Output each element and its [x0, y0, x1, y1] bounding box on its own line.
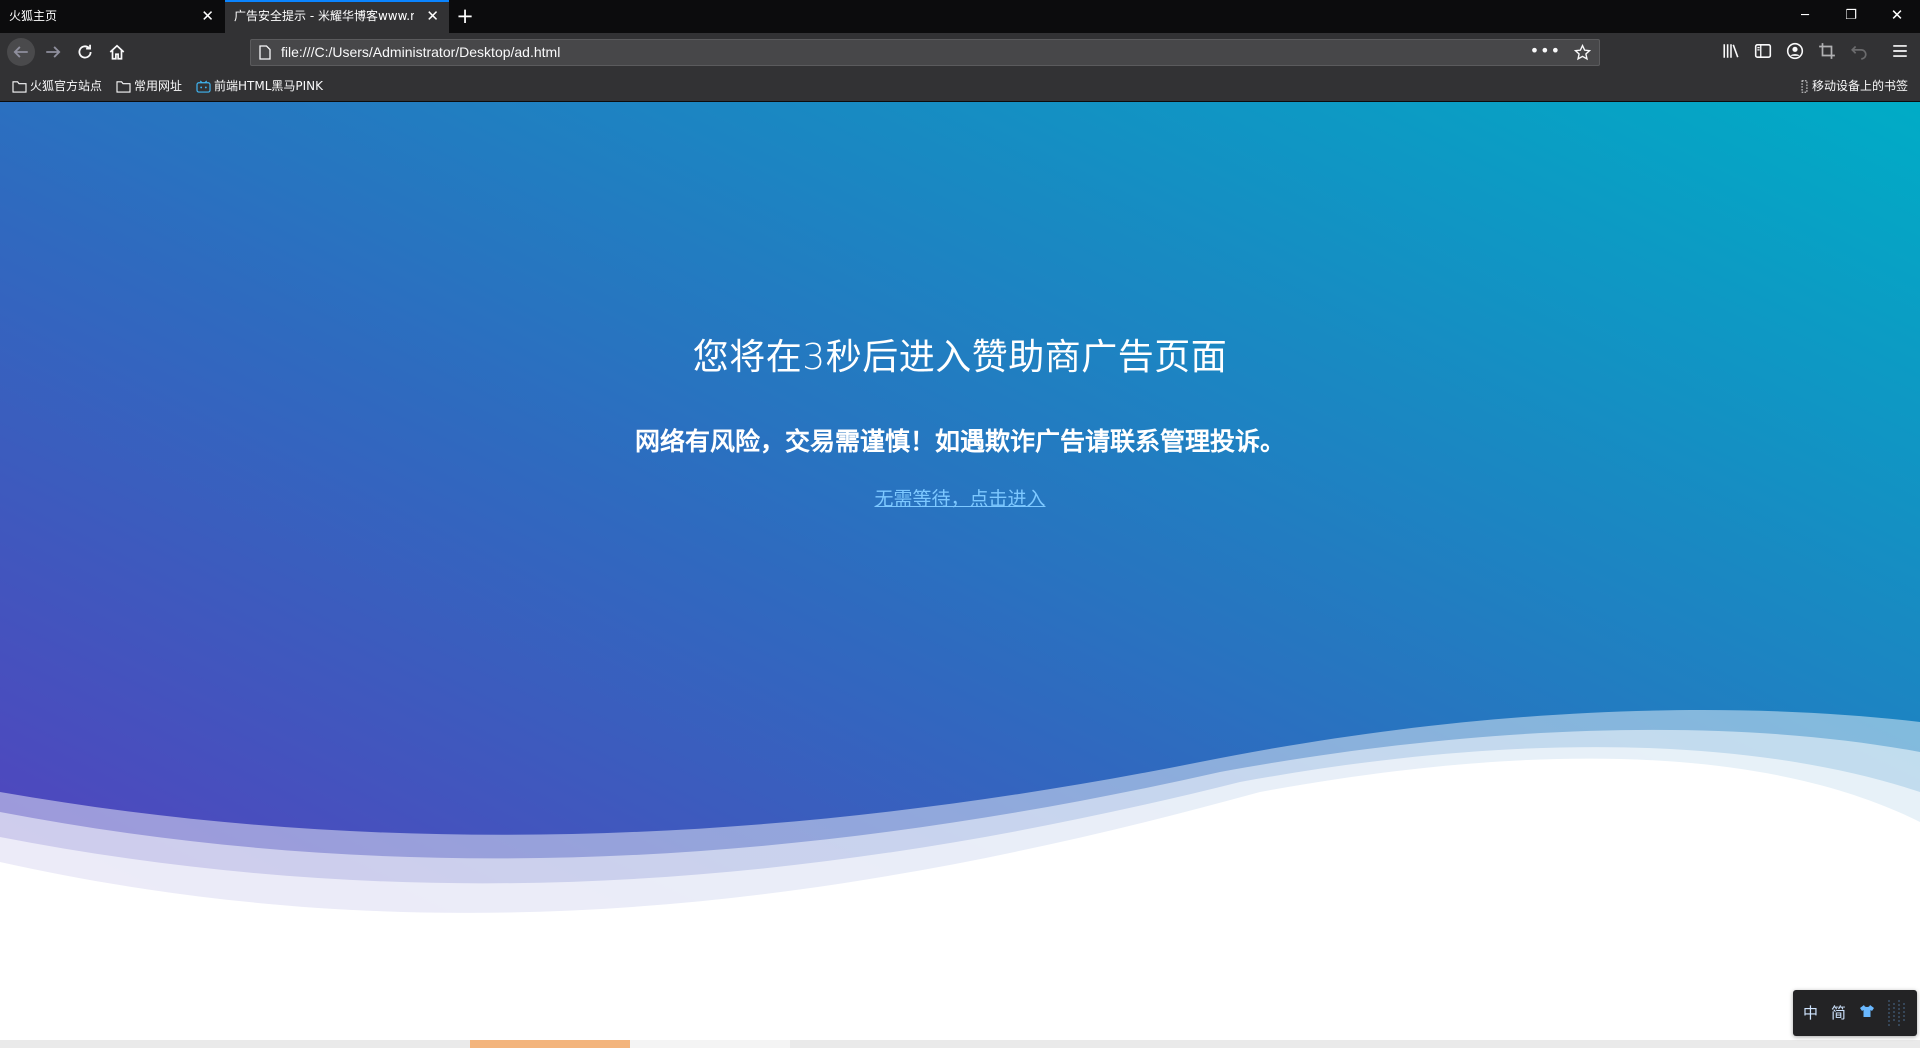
reload-icon: [78, 44, 92, 59]
mobile-bookmarks[interactable]: 移动设备上的书签: [1800, 71, 1908, 101]
redirect-countdown-heading: 您将在3秒后进入赞助商广告页面: [692, 337, 1228, 378]
bookmark-folder-firefox[interactable]: 火狐官方站点: [12, 71, 102, 101]
tab-ad-warning[interactable]: 广告安全提示 - 米耀华博客www.m ✕: [225, 0, 449, 33]
bookmark-label: 前端HTML黑马PINK: [214, 79, 324, 93]
library-icon[interactable]: [1722, 42, 1742, 62]
mobile-bookmarks-label: 移动设备上的书签: [1812, 79, 1909, 93]
bookmark-star-icon[interactable]: [1573, 43, 1592, 65]
skip-wait-link-wrapper: 无需等待，点击进入: [0, 484, 1920, 511]
screenshot-icon[interactable]: [1818, 42, 1838, 62]
sidebar-icon[interactable]: [1754, 42, 1774, 62]
shirt-icon[interactable]: [1859, 1004, 1875, 1022]
menu-icon[interactable]: [1891, 42, 1911, 62]
bookmark-label: 常用网址: [134, 79, 183, 93]
new-tab-button[interactable]: +: [455, 0, 475, 33]
url-text[interactable]: file:///C:/Users/Administrator/Desktop/a…: [281, 40, 560, 65]
page-icon: [259, 45, 271, 64]
bottom-strip: [0, 1040, 1920, 1048]
ime-keyboard-icon[interactable]: [1885, 998, 1909, 1032]
tab-strip: 火狐主页 ✕ 广告安全提示 - 米耀华博客www.m ✕ + ─ ❐ ✕: [0, 0, 1920, 33]
folder-icon: [116, 81, 131, 93]
bottom-strip-segment: [470, 1040, 630, 1048]
mobile-bookmarks-icon: [1801, 80, 1808, 93]
tab-home[interactable]: 火狐主页 ✕: [0, 0, 224, 33]
risk-warning-text: 网络有风险，交易需谨慎！如遇欺诈广告请联系管理投诉。: [634, 427, 1285, 456]
url-bar[interactable]: file:///C:/Users/Administrator/Desktop/a…: [250, 39, 1600, 66]
restore-button[interactable]: ❐: [1828, 0, 1874, 33]
reload-button[interactable]: [73, 40, 97, 64]
home-icon: [109, 44, 125, 60]
navigation-toolbar: file:///C:/Users/Administrator/Desktop/a…: [0, 33, 1920, 71]
bookmark-folder-common[interactable]: 常用网址: [116, 71, 182, 101]
close-icon[interactable]: ✕: [201, 0, 214, 33]
wave-background: [0, 102, 1920, 1040]
arrow-right-icon: [46, 46, 61, 58]
home-button[interactable]: [105, 40, 129, 64]
undo-icon[interactable]: [1850, 42, 1870, 62]
page-content: 您将在3秒后进入赞助商广告页面 网络有风险，交易需谨慎！如遇欺诈广告请联系管理投…: [0, 102, 1920, 1040]
ime-toolbar: 中 简: [1793, 990, 1917, 1036]
bookmark-bilibili[interactable]: 前端HTML黑马PINK: [196, 71, 323, 101]
bookmark-label: 火狐官方站点: [30, 79, 103, 93]
account-icon[interactable]: [1786, 42, 1806, 62]
tab-title: 广告安全提示 - 米耀华博客www.m: [234, 9, 414, 23]
forward-button[interactable]: [41, 40, 65, 64]
folder-icon: [12, 81, 27, 93]
window-close-button[interactable]: ✕: [1874, 0, 1920, 33]
hero-banner: 您将在3秒后进入赞助商广告页面 网络有风险，交易需谨慎！如遇欺诈广告请联系管理投…: [0, 102, 1920, 1040]
back-button[interactable]: [7, 38, 35, 66]
close-icon[interactable]: ✕: [426, 2, 439, 31]
skip-wait-link[interactable]: 无需等待，点击进入: [874, 488, 1045, 510]
more-actions-icon[interactable]: •••: [1530, 40, 1561, 61]
bottom-strip-segment: [630, 1040, 790, 1048]
bilibili-icon: [196, 80, 211, 93]
ime-language-toggle[interactable]: 中: [1803, 1002, 1818, 1023]
arrow-left-icon: [13, 46, 28, 58]
bookmarks-toolbar: 火狐官方站点 常用网址 前端HTML黑马PINK 移动设备上的书签: [0, 71, 1920, 102]
tab-title: 火狐主页: [9, 9, 58, 23]
minimize-button[interactable]: ─: [1782, 0, 1828, 33]
ime-mode-toggle[interactable]: 简: [1831, 1002, 1846, 1023]
